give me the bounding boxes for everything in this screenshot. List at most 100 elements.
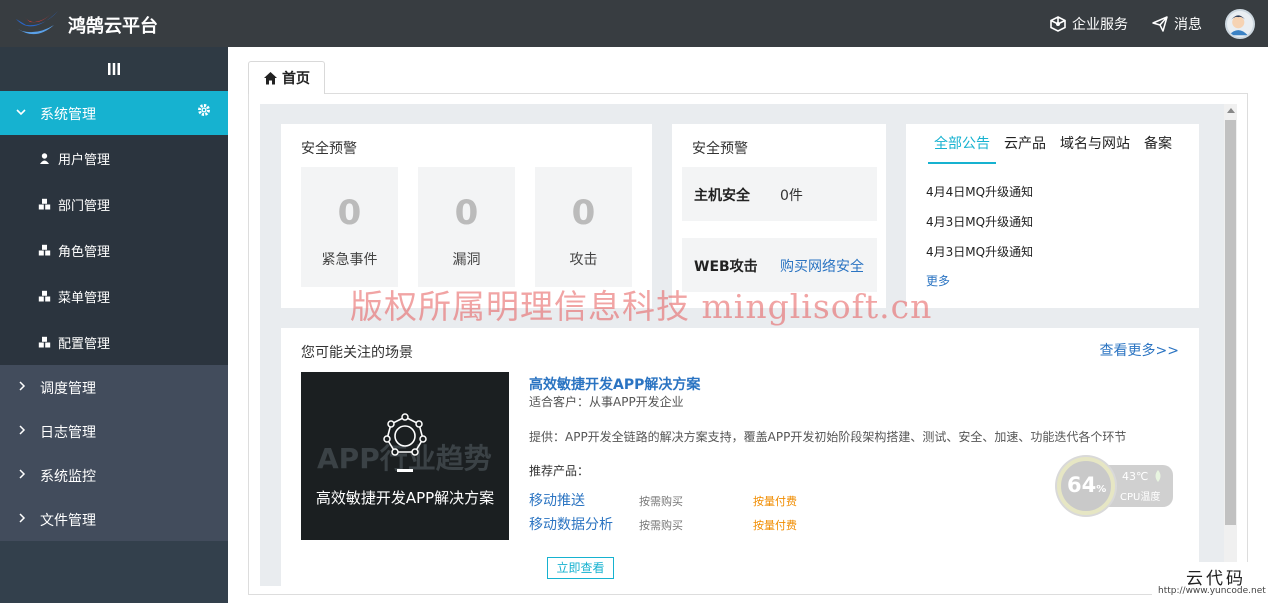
avatar-icon bbox=[1228, 15, 1248, 36]
leaf-icon bbox=[1155, 470, 1161, 482]
banner-dash bbox=[397, 469, 413, 472]
cpu-percent-value: 64 bbox=[1067, 473, 1097, 497]
tab-filing[interactable]: 备案 bbox=[1138, 134, 1178, 164]
network-icon bbox=[383, 413, 427, 456]
sidebar-group-logs[interactable]: 日志管理 bbox=[0, 409, 228, 453]
tab-domain-website[interactable]: 域名与网站 bbox=[1054, 134, 1136, 164]
view-more-link[interactable]: 查看更多>> bbox=[1100, 340, 1179, 360]
cubes-icon bbox=[38, 198, 51, 209]
stat-attack[interactable]: 0 攻击 bbox=[535, 167, 632, 287]
solution-banner[interactable]: APP行业趋势 高效敏捷开发APP解决方案 bbox=[301, 372, 509, 540]
sidebar-item-config[interactable]: 配置管理 bbox=[0, 319, 228, 365]
cubes-icon bbox=[38, 336, 51, 347]
sidebar-group-files[interactable]: 文件管理 bbox=[0, 497, 228, 541]
scroll-up-arrow[interactable] bbox=[1227, 108, 1235, 113]
product-tag: 按需购买 bbox=[639, 519, 683, 532]
cpu-percent: 64% bbox=[1067, 473, 1106, 497]
tab-cloud-products[interactable]: 云产品 bbox=[998, 134, 1052, 164]
recommend-label: 推荐产品： bbox=[529, 464, 590, 478]
sidebar-item-label: 配置管理 bbox=[58, 336, 111, 352]
sidebar-group-schedule[interactable]: 调度管理 bbox=[0, 365, 228, 409]
main-area: 首页 安全预警 0 紧急事件 0 漏洞 0 攻击 安全预警 主机安全 0件 WE… bbox=[228, 47, 1268, 603]
row-value: 0件 bbox=[780, 188, 803, 204]
stat-value: 0 bbox=[571, 193, 596, 233]
cpu-percent-unit: % bbox=[1096, 484, 1107, 495]
cubes-icon bbox=[38, 290, 51, 301]
cubes-icon bbox=[38, 244, 51, 255]
stat-label: 紧急事件 bbox=[321, 252, 378, 268]
tab-all-notices[interactable]: 全部公告 bbox=[928, 134, 996, 164]
chevron-right-icon bbox=[19, 513, 26, 523]
stat-value: 0 bbox=[454, 193, 479, 233]
row-key: WEB攻击 bbox=[694, 259, 758, 275]
sidebar-item-menus[interactable]: 菜单管理 bbox=[0, 273, 228, 319]
sidebar-group-label: 日志管理 bbox=[40, 425, 96, 441]
host-security-row: 主机安全 0件 bbox=[682, 167, 877, 221]
enterprise-service-label: 企业服务 bbox=[1072, 17, 1128, 33]
stat-emergency[interactable]: 0 紧急事件 bbox=[301, 167, 398, 287]
notice-tabs: 全部公告 云产品 域名与网站 备案 bbox=[928, 134, 1180, 164]
notice-item[interactable]: 4月3日MQ升级通知 bbox=[926, 243, 1033, 260]
chevron-right-icon bbox=[19, 469, 26, 479]
user-avatar[interactable] bbox=[1225, 9, 1255, 39]
product-price: 按量付费 bbox=[753, 495, 797, 508]
gear-icon[interactable] bbox=[197, 103, 211, 117]
cube-icon bbox=[1050, 16, 1066, 32]
sidebar-item-label: 菜单管理 bbox=[58, 290, 111, 306]
logo-icon bbox=[16, 11, 58, 35]
stat-label: 攻击 bbox=[569, 252, 598, 268]
tab-label: 首页 bbox=[282, 71, 310, 87]
view-now-button[interactable]: 立即查看 bbox=[547, 557, 614, 579]
sidebar-item-users[interactable]: 用户管理 bbox=[0, 135, 228, 181]
home-icon bbox=[264, 71, 277, 84]
enterprise-service-link[interactable]: 企业服务 bbox=[1050, 14, 1128, 34]
sidebar-item-departments[interactable]: 部门管理 bbox=[0, 181, 228, 227]
notice-card: 全部公告 云产品 域名与网站 备案 4月4日MQ升级通知 4月3日MQ升级通知 … bbox=[906, 124, 1199, 308]
top-bar: 鸿鹄云平台 企业服务 消息 bbox=[0, 0, 1268, 47]
sidebar-item-label: 部门管理 bbox=[58, 198, 111, 214]
site-watermark-url: http://www.yuncode.net bbox=[1158, 586, 1266, 596]
bars-icon bbox=[108, 63, 120, 75]
sidebar-item-roles[interactable]: 角色管理 bbox=[0, 227, 228, 273]
tab-home[interactable]: 首页 bbox=[248, 61, 325, 94]
sidebar-item-label: 角色管理 bbox=[58, 244, 111, 260]
sidebar-group-label: 文件管理 bbox=[40, 513, 96, 529]
stat-vulnerability[interactable]: 0 漏洞 bbox=[418, 167, 515, 287]
card-title: 您可能关注的场景 bbox=[301, 345, 413, 361]
chevron-right-icon bbox=[19, 425, 26, 435]
sidebar-submenu: 用户管理 部门管理 角色管理 菜单管理 配置管理 bbox=[0, 135, 228, 365]
row-key: 主机安全 bbox=[694, 188, 750, 204]
card-title: 安全预警 bbox=[301, 141, 357, 157]
cpu-label: CPU温度 bbox=[1120, 492, 1161, 503]
sidebar-group-label: 系统管理 bbox=[40, 107, 96, 123]
sidebar-item-label: 用户管理 bbox=[58, 152, 111, 168]
notice-item[interactable]: 4月4日MQ升级通知 bbox=[926, 183, 1033, 200]
sidebar-group-monitor[interactable]: 系统监控 bbox=[0, 453, 228, 497]
product-price: 按量付费 bbox=[753, 519, 797, 532]
buy-security-link[interactable]: 购买网络安全 bbox=[780, 256, 864, 276]
sidebar-group-label: 系统监控 bbox=[40, 469, 96, 485]
notice-more-link[interactable]: 更多 bbox=[926, 272, 950, 289]
vertical-scrollbar[interactable] bbox=[1224, 104, 1237, 586]
sidebar-group-label: 调度管理 bbox=[40, 381, 96, 397]
site-watermark: 云代码 http://www.yuncode.net bbox=[1152, 562, 1268, 603]
cpu-temp: 43℃ bbox=[1122, 470, 1149, 483]
card-title: 安全预警 bbox=[692, 141, 748, 157]
product-link-push[interactable]: 移动推送 bbox=[529, 490, 585, 510]
message-link[interactable]: 消息 bbox=[1152, 14, 1202, 34]
cpu-temperature-widget[interactable]: 64% 43℃ CPU温度 bbox=[1057, 457, 1174, 517]
menu-toggle-button[interactable] bbox=[0, 47, 228, 91]
security-alert-card: 安全预警 0 紧急事件 0 漏洞 0 攻击 bbox=[281, 124, 652, 308]
product-link-analytics[interactable]: 移动数据分析 bbox=[529, 514, 613, 534]
banner-caption: 高效敏捷开发APP解决方案 bbox=[315, 489, 495, 507]
security-alert-card-2: 安全预警 主机安全 0件 WEB攻击 购买网络安全 bbox=[672, 124, 886, 308]
scrollbar-thumb[interactable] bbox=[1225, 120, 1236, 525]
sidebar-group-system[interactable]: 系统管理 bbox=[0, 91, 228, 135]
solution-description: 提供：APP开发全链路的解决方案支持，覆盖APP开发初始阶段架构搭建、测试、安全… bbox=[529, 430, 1127, 444]
web-attack-row: WEB攻击 购买网络安全 bbox=[682, 238, 877, 292]
notice-item[interactable]: 4月3日MQ升级通知 bbox=[926, 213, 1033, 230]
solution-client: 适合客户：从事APP开发企业 bbox=[529, 395, 684, 409]
content-frame: 安全预警 0 紧急事件 0 漏洞 0 攻击 安全预警 主机安全 0件 WEB攻击… bbox=[248, 93, 1248, 595]
solution-title-link[interactable]: 高效敏捷开发APP解决方案 bbox=[529, 374, 700, 394]
sidebar: 系统管理 用户管理 部门管理 角色管理 菜单管理 配置管理 调度管理 日志管理 bbox=[0, 47, 228, 603]
